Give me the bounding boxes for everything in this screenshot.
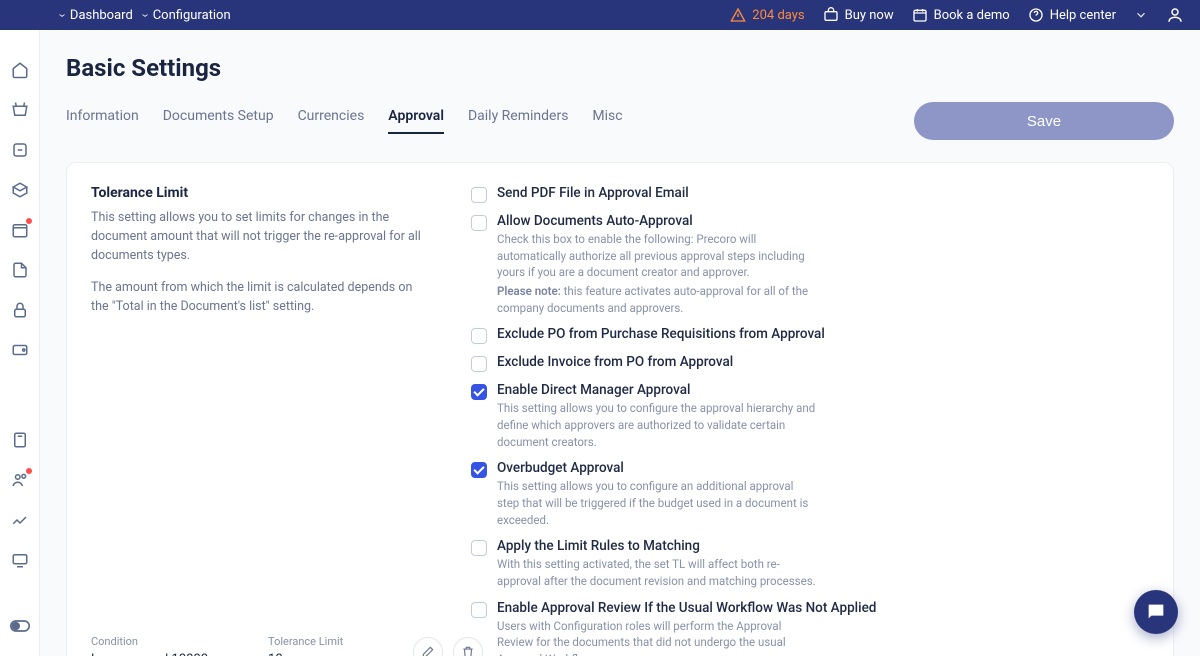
left-nav-rail [0, 0, 40, 656]
monitor-icon[interactable] [10, 550, 30, 570]
checkbox-exclude-po[interactable] [471, 328, 487, 344]
notification-dot [26, 468, 32, 474]
desc-overbudget: This setting allows you to configure an … [497, 478, 817, 528]
box-icon[interactable] [10, 180, 30, 200]
tab-row: Information Documents Setup Currencies A… [66, 102, 1174, 140]
calculator-icon[interactable] [10, 430, 30, 450]
tab-currencies[interactable]: Currencies [298, 108, 365, 134]
document-icon[interactable] [10, 260, 30, 280]
label-direct-manager: Enable Direct Manager Approval [497, 382, 817, 398]
cart-icon[interactable] [10, 100, 30, 120]
desc-auto-approval-1: Check this box to enable the following: … [497, 231, 817, 281]
tolerance-para1: This setting allows you to set limits fo… [91, 209, 431, 265]
save-button[interactable]: Save [914, 102, 1174, 140]
desc-limit-rules: With this setting activated, the set TL … [497, 556, 817, 589]
tolerance-table-row: Condition Less or equal 10000 Tolerance … [91, 635, 1149, 656]
edit-row-button[interactable] [413, 637, 443, 656]
chevron-down-icon[interactable] [1134, 8, 1148, 22]
book-demo-link[interactable]: Book a demo [912, 7, 1010, 23]
toggle-icon[interactable] [10, 616, 30, 636]
label-exclude-po: Exclude PO from Purchase Requisitions fr… [497, 326, 825, 342]
buy-now-link[interactable]: Buy now [823, 7, 894, 23]
home-icon[interactable] [10, 60, 30, 80]
desc-direct-manager: This setting allows you to configure the… [497, 400, 817, 450]
book-demo-label: Book a demo [934, 8, 1010, 23]
label-overbudget: Overbudget Approval [497, 460, 817, 476]
help-center-label: Help center [1050, 8, 1116, 23]
checkbox-approval-review[interactable] [471, 602, 487, 618]
delete-row-button[interactable] [453, 637, 483, 656]
label-approval-review: Enable Approval Review If the Usual Work… [497, 600, 876, 616]
chat-widget-button[interactable] [1134, 590, 1178, 634]
breadcrumb-dashboard[interactable]: Dashboard [60, 8, 133, 23]
label-send-pdf: Send PDF File in Approval Email [497, 185, 689, 201]
lock-icon[interactable] [10, 300, 30, 320]
checkbox-exclude-invoice[interactable] [471, 356, 487, 372]
wallet-icon[interactable] [10, 340, 30, 360]
tolerance-value: 10 [268, 652, 343, 656]
condition-value: Less or equal 10000 [91, 652, 208, 656]
checkbox-overbudget[interactable] [471, 462, 487, 478]
tolerance-description: Tolerance Limit This setting allows you … [91, 185, 431, 611]
checkbox-auto-approval[interactable] [471, 215, 487, 231]
users-icon[interactable] [10, 470, 30, 490]
tab-documents-setup[interactable]: Documents Setup [163, 108, 274, 134]
breadcrumb-configuration[interactable]: Configuration [143, 8, 231, 23]
tab-misc[interactable]: Misc [592, 108, 622, 134]
trial-days-text: 204 days [752, 8, 804, 23]
settings-card: Tolerance Limit This setting allows you … [66, 162, 1174, 656]
chart-icon[interactable] [10, 510, 30, 530]
help-center-link[interactable]: Help center [1028, 7, 1116, 23]
desc-auto-approval-2: Please note: this feature activates auto… [497, 283, 817, 316]
condition-header: Condition [91, 635, 208, 648]
checkbox-direct-manager[interactable] [471, 384, 487, 400]
checkbox-limit-rules[interactable] [471, 540, 487, 556]
request-icon[interactable] [10, 140, 30, 160]
approval-options: Send PDF File in Approval Email Allow Do… [471, 185, 1149, 611]
top-bar: Dashboard Configuration 204 days Buy now… [0, 0, 1200, 30]
buy-now-label: Buy now [845, 8, 894, 23]
label-limit-rules: Apply the Limit Rules to Matching [497, 538, 817, 554]
tolerance-para2: The amount from which the limit is calcu… [91, 279, 431, 317]
tolerance-header: Tolerance Limit [268, 635, 343, 648]
notification-dot [26, 218, 32, 224]
page-title: Basic Settings [66, 54, 1174, 82]
tab-approval[interactable]: Approval [388, 108, 444, 134]
label-exclude-invoice: Exclude Invoice from PO from Approval [497, 354, 733, 370]
tab-information[interactable]: Information [66, 108, 139, 134]
label-auto-approval: Allow Documents Auto-Approval [497, 213, 817, 229]
main-content: Basic Settings Information Documents Set… [40, 30, 1200, 656]
user-avatar-icon[interactable] [1166, 6, 1184, 24]
calendar-icon[interactable] [10, 220, 30, 240]
checkbox-send-pdf[interactable] [471, 187, 487, 203]
tolerance-heading: Tolerance Limit [91, 185, 431, 201]
tab-daily-reminders[interactable]: Daily Reminders [468, 108, 568, 134]
trial-warning[interactable]: 204 days [730, 7, 804, 23]
